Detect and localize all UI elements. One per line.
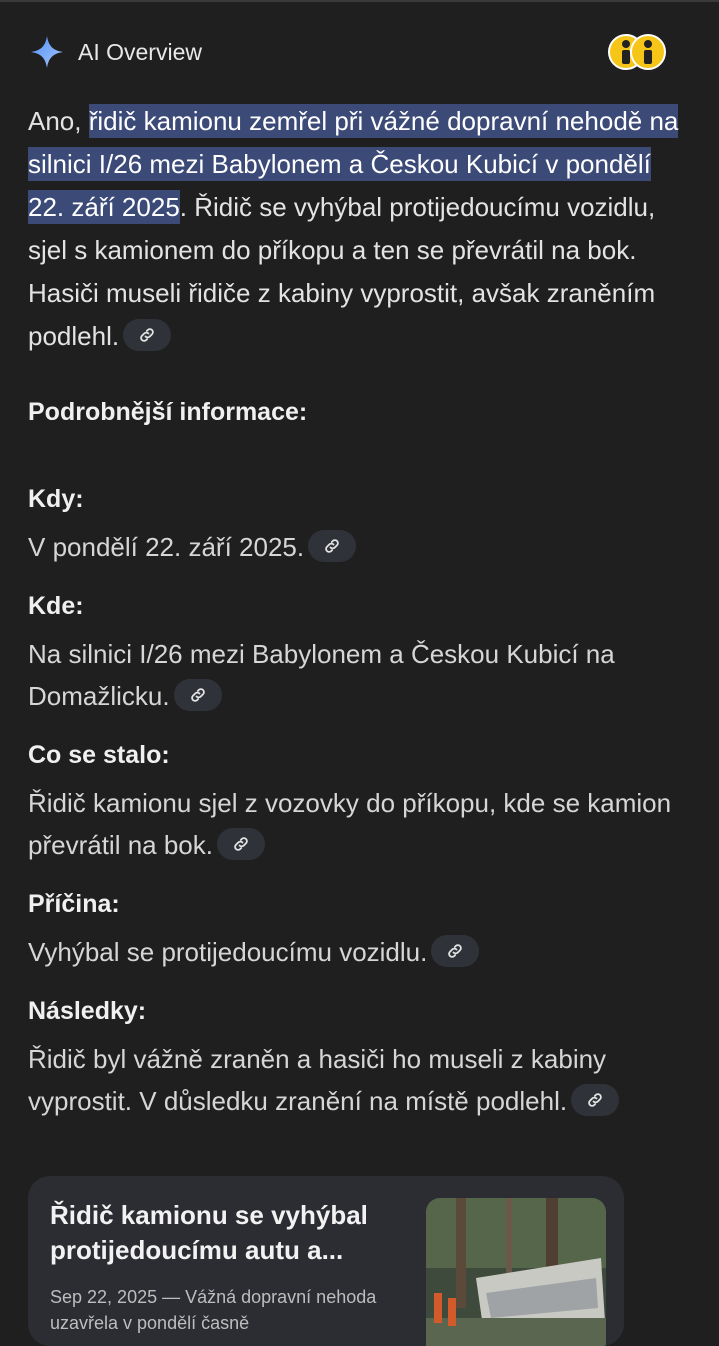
source-link-chip[interactable] bbox=[308, 530, 357, 563]
section-body: V pondělí 22. září 2025. bbox=[28, 526, 688, 568]
section-title: Kde: bbox=[28, 592, 84, 620]
section-body-text: Na silnici I/26 mezi Babylonem a Českou … bbox=[28, 639, 615, 711]
source-card-snippet: Sep 22, 2025 — Vážná dopravní nehoda uza… bbox=[50, 1287, 377, 1333]
section-kdy: Kdy: V pondělí 22. září 2025. bbox=[28, 485, 688, 568]
link-icon bbox=[325, 539, 339, 553]
section-title: Následky: bbox=[28, 997, 147, 1025]
section-body-text: V pondělí 22. září 2025. bbox=[28, 532, 305, 562]
source-card-thumbnail bbox=[426, 1198, 606, 1346]
link-icon bbox=[140, 328, 154, 342]
link-icon bbox=[190, 688, 205, 702]
intro-paragraph: Ano, řidič kamionu zemřel při vážné dopr… bbox=[28, 100, 688, 358]
section-title: Příčina: bbox=[28, 890, 120, 918]
link-icon bbox=[588, 1093, 602, 1107]
intro-prefix: Ano, bbox=[28, 106, 89, 136]
source-card[interactable]: Řidič kamionu se vyhýbal protijedoucímu … bbox=[28, 1176, 624, 1346]
details-heading: Podrobnější informace: bbox=[28, 398, 308, 426]
avatar-icon[interactable] bbox=[606, 32, 668, 72]
source-link-chip[interactable] bbox=[173, 679, 222, 712]
section-kde: Kde: Na silnici I/26 mezi Babylonem a Če… bbox=[28, 592, 688, 717]
section-title: Kdy: bbox=[28, 485, 84, 513]
section-nasledky: Následky: Řidič byl vážně zraněn a hasič… bbox=[28, 997, 688, 1122]
link-icon bbox=[234, 837, 248, 851]
source-card-title: Řidič kamionu se vyhýbal protijedoucímu … bbox=[50, 1200, 368, 1265]
source-link-chip[interactable] bbox=[431, 935, 480, 968]
section-title: Co se stalo: bbox=[28, 741, 170, 769]
section-body: Řidič kamionu sjel z vozovky do příkopu,… bbox=[28, 782, 688, 866]
section-body-text: Řidič kamionu sjel z vozovky do příkopu,… bbox=[28, 788, 672, 860]
section-body-text: Vyhýbal se protijedoucímu vozidlu. bbox=[28, 937, 428, 967]
section-pricina: Příčina: Vyhýbal se protijedoucímu vozid… bbox=[28, 890, 688, 973]
ai-overview-title: AI Overview bbox=[78, 38, 202, 65]
source-link-chip[interactable] bbox=[123, 319, 172, 352]
section-co-se-stalo: Co se stalo: Řidič kamionu sjel z vozovk… bbox=[28, 741, 688, 866]
section-body-text: Řidič byl vážně zraněn a hasiči ho musel… bbox=[28, 1044, 607, 1116]
ai-overview-header: AI Overview bbox=[28, 30, 668, 74]
sparkle-icon bbox=[28, 33, 66, 71]
section-body: Vyhýbal se protijedoucímu vozidlu. bbox=[28, 931, 688, 973]
ai-overview-content: Ano, řidič kamionu zemřel při vážné dopr… bbox=[28, 100, 688, 1122]
section-body: Na silnici I/26 mezi Babylonem a Českou … bbox=[28, 633, 688, 717]
source-link-chip[interactable] bbox=[216, 828, 265, 861]
source-link-chip[interactable] bbox=[571, 1084, 620, 1117]
section-body: Řidič byl vážně zraněn a hasiči ho musel… bbox=[28, 1038, 688, 1122]
link-icon bbox=[448, 944, 463, 958]
top-divider bbox=[0, 0, 719, 2]
